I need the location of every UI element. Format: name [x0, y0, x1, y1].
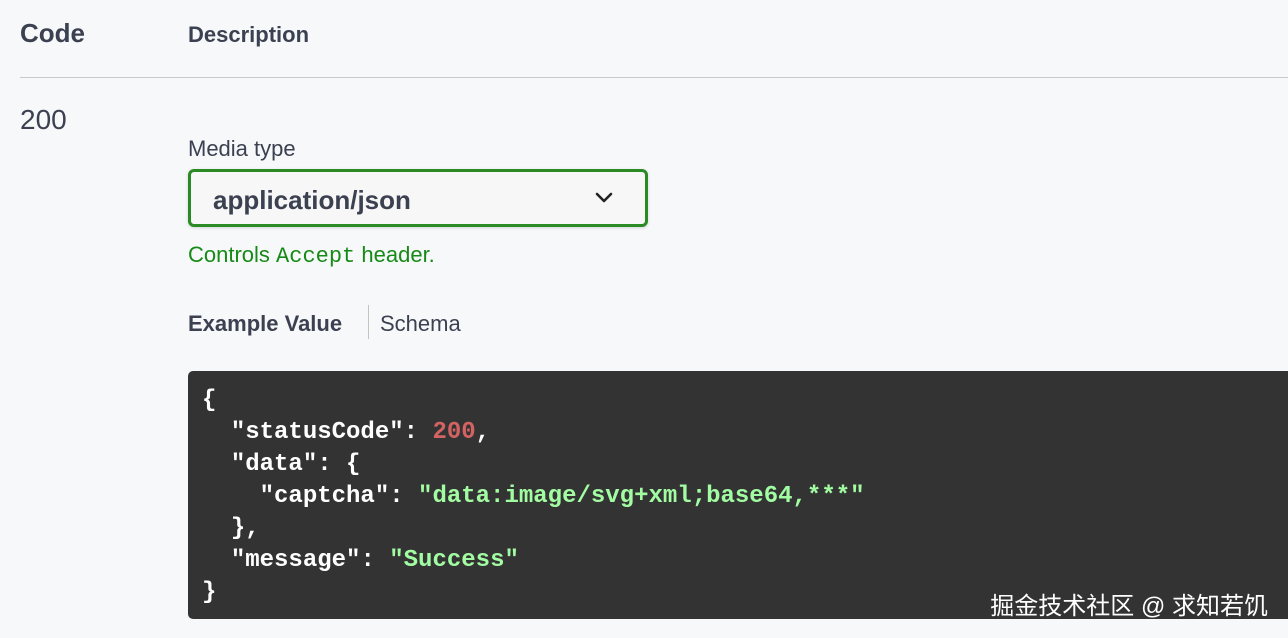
media-type-label: Media type — [188, 136, 296, 161]
json-value-message: "Success" — [389, 547, 519, 574]
json-key-captcha: "captcha" — [259, 483, 390, 510]
media-type-selected-value: application/json — [213, 185, 411, 215]
json-key-data: "data" — [230, 451, 318, 478]
json-key-statuscode: "statusCode" — [230, 419, 404, 446]
json-open-brace: { — [202, 387, 217, 414]
json-data-close: }, — [230, 515, 260, 542]
responses-table-header: Code Description — [20, 0, 1288, 78]
note-suffix: header. — [361, 242, 435, 267]
json-key-message: "message" — [230, 547, 361, 574]
json-value-statuscode: 200 — [432, 419, 476, 446]
media-type-select[interactable]: application/json — [188, 169, 648, 227]
tab-example-value[interactable]: Example Value — [188, 311, 342, 337]
example-value-code-block: { "statusCode": 200, "data": { "captcha"… — [188, 371, 1288, 619]
note-prefix: Controls — [188, 242, 270, 267]
watermark: 掘金技术社区 @ 求知若饥 — [990, 593, 1268, 620]
json-value-captcha: "data:image/svg+xml;base64,***" — [418, 483, 865, 510]
tab-divider — [368, 305, 369, 339]
chevron-down-icon — [595, 192, 613, 203]
description-column-header: Description — [188, 22, 310, 47]
tab-schema[interactable]: Schema — [380, 311, 461, 337]
controls-accept-note: Controls Accept header. — [188, 242, 435, 269]
json-close-brace: } — [202, 579, 217, 606]
code-column-header: Code — [20, 18, 85, 48]
responses-panel: Code Description 200 Media type applicat… — [0, 0, 1288, 638]
accept-header-code: Accept — [276, 244, 356, 269]
response-status-code: 200 — [20, 104, 67, 135]
